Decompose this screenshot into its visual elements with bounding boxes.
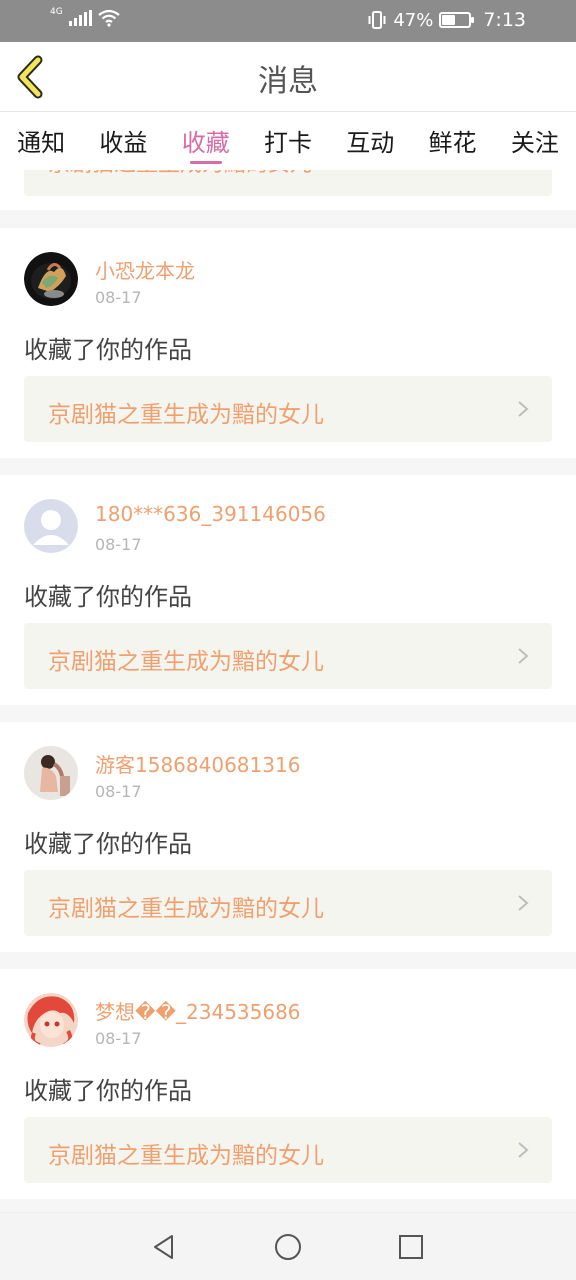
action-text: 收藏了你的作品 <box>24 1077 192 1105</box>
avatar[interactable] <box>24 746 78 800</box>
list-item: 180***636_391146056 08-17 收藏了你的作品 京剧猫之重生… <box>0 475 576 705</box>
work-title: 京剧猫之重生成为黯的女儿 <box>48 649 324 675</box>
item-date: 08-17 <box>95 288 142 307</box>
status-left: 4G <box>50 7 120 27</box>
status-bar: 4G 47% 7:13 <box>0 0 576 42</box>
message-list[interactable]: 京剧猫之重生成为黯的女儿 小恐龙本龙 08-17 收藏了你的作品 京剧猫之重生成… <box>0 170 576 1212</box>
work-title: 京剧猫之重生成为黯的女儿 <box>48 170 312 178</box>
recents-icon[interactable] <box>397 1233 425 1261</box>
tab-favorites[interactable]: 收藏 <box>165 112 247 170</box>
wifi-icon <box>98 9 120 27</box>
page-title: 消息 <box>258 64 318 99</box>
tab-earnings[interactable]: 收益 <box>82 112 164 170</box>
list-item: 梦想��_234535686 08-17 收藏了你的作品 京剧猫之重生成为黯的女… <box>0 969 576 1199</box>
action-text: 收藏了你的作品 <box>24 830 192 858</box>
list-item: 游客1586840681316 08-17 收藏了你的作品 京剧猫之重生成为黯的… <box>0 722 576 952</box>
work-link[interactable]: 京剧猫之重生成为黯的女儿 <box>24 376 552 442</box>
back-icon[interactable] <box>150 1233 178 1261</box>
avatar[interactable] <box>24 499 78 553</box>
app-header: 消息 <box>0 42 576 112</box>
system-nav-bar <box>0 1212 576 1280</box>
user-name[interactable]: 游客1586840681316 <box>95 749 300 778</box>
battery-icon <box>439 12 475 28</box>
avatar[interactable] <box>24 252 78 306</box>
work-title: 京剧猫之重生成为黯的女儿 <box>48 1143 324 1169</box>
home-icon[interactable] <box>274 1233 302 1261</box>
chevron-right-icon <box>518 401 529 417</box>
work-link[interactable]: 京剧猫之重生成为黯的女儿 <box>24 170 552 196</box>
user-name[interactable]: 小恐龙本龙 <box>95 255 195 284</box>
work-title: 京剧猫之重生成为黯的女儿 <box>48 402 324 428</box>
work-link[interactable]: 京剧猫之重生成为黯的女儿 <box>24 870 552 936</box>
action-text: 收藏了你的作品 <box>24 336 192 364</box>
tab-interaction[interactable]: 互动 <box>329 112 411 170</box>
list-item: 京剧猫之重生成为黯的女儿 <box>0 170 576 210</box>
work-link[interactable]: 京剧猫之重生成为黯的女儿 <box>24 623 552 689</box>
tab-following[interactable]: 关注 <box>494 112 576 170</box>
avatar[interactable] <box>24 993 78 1047</box>
item-date: 08-17 <box>95 1029 142 1048</box>
chevron-right-icon <box>518 648 529 664</box>
tab-notifications[interactable]: 通知 <box>0 112 82 170</box>
signal-icon <box>68 10 92 26</box>
tab-checkin[interactable]: 打卡 <box>247 112 329 170</box>
work-title: 京剧猫之重生成为黯的女儿 <box>48 896 324 922</box>
user-name[interactable]: 180***636_391146056 <box>95 502 326 526</box>
item-date: 08-17 <box>95 782 142 801</box>
status-right: 47% 7:13 <box>367 9 526 31</box>
tab-flowers[interactable]: 鲜花 <box>411 112 493 170</box>
work-link[interactable]: 京剧猫之重生成为黯的女儿 <box>24 1117 552 1183</box>
battery-percent: 47% <box>393 9 434 31</box>
item-date: 08-17 <box>95 535 142 554</box>
action-text: 收藏了你的作品 <box>24 583 192 611</box>
chevron-right-icon <box>518 1142 529 1158</box>
user-name[interactable]: 梦想��_234535686 <box>95 996 301 1025</box>
list-item: 小恐龙本龙 08-17 收藏了你的作品 京剧猫之重生成为黯的女儿 <box>0 228 576 458</box>
chevron-right-icon <box>518 895 529 911</box>
tab-bar: 通知 收益 收藏 打卡 互动 鲜花 关注 <box>0 112 576 170</box>
vibrate-icon <box>368 11 386 29</box>
clock: 7:13 <box>483 9 526 31</box>
network-label: 4G <box>50 7 63 17</box>
